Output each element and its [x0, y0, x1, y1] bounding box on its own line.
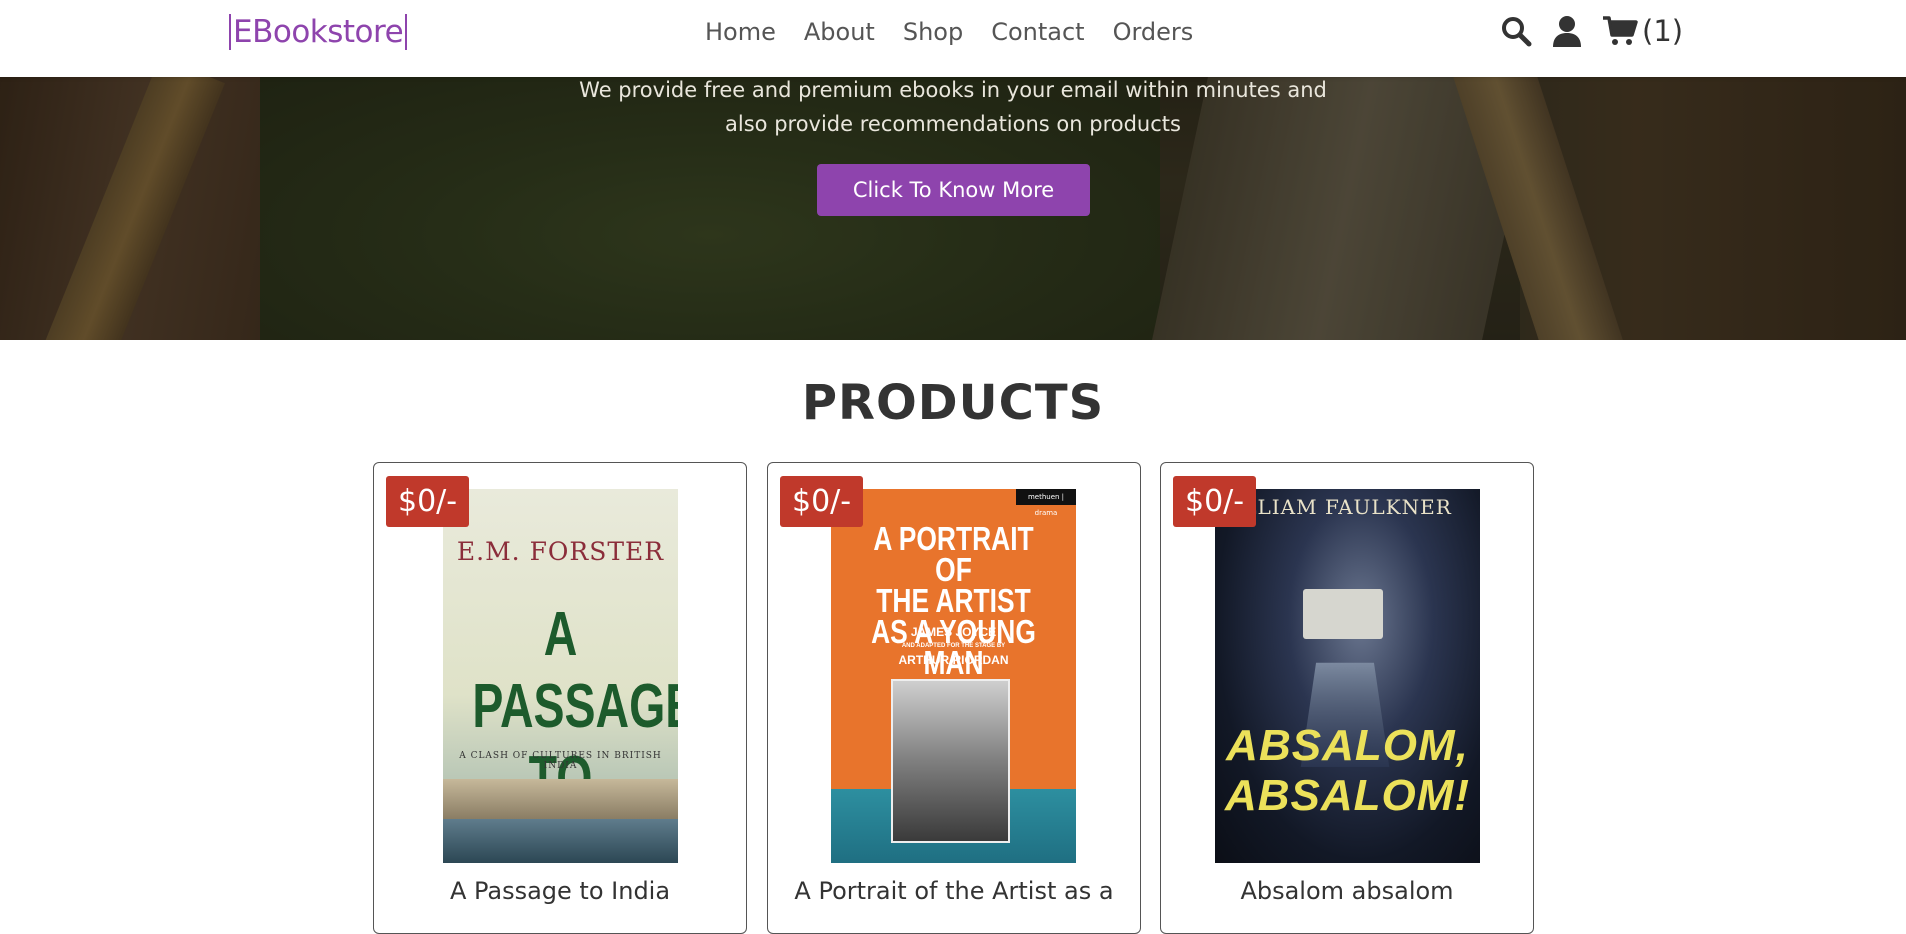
price-badge: $0/- — [1173, 476, 1257, 527]
product-title[interactable]: Absalom absalom — [1161, 877, 1533, 905]
search-icon[interactable] — [1500, 15, 1532, 47]
product-card[interactable]: $0/- E.M. FORSTER A PASSAGETO INDIA A CL… — [373, 462, 747, 934]
book-cover[interactable]: E.M. FORSTER A PASSAGETO INDIA A CLASH O… — [443, 489, 678, 863]
cart-icon — [1602, 15, 1638, 47]
price-badge: $0/- — [386, 476, 470, 527]
main-nav: Home About Shop Contact Orders — [705, 18, 1193, 46]
nav-about[interactable]: About — [804, 18, 875, 46]
cart-count: (1) — [1642, 14, 1684, 48]
nav-orders[interactable]: Orders — [1113, 18, 1194, 46]
product-card[interactable]: $0/- methuen | drama A PORTRAIT OF THE AR… — [767, 462, 1141, 934]
nav-contact[interactable]: Contact — [991, 18, 1084, 46]
book-cover[interactable]: LLIAM FAULKNER ABSALOM, ABSALOM! — [1215, 489, 1480, 863]
cart-button[interactable]: (1) — [1602, 14, 1683, 48]
product-card[interactable]: $0/- LLIAM FAULKNER ABSALOM, ABSALOM! Abs… — [1160, 462, 1534, 934]
user-icon[interactable] — [1552, 15, 1582, 47]
nav-shop[interactable]: Shop — [903, 18, 963, 46]
book-cover[interactable]: methuen | drama A PORTRAIT OF THE ARTIST A… — [831, 489, 1076, 863]
know-more-button[interactable]: Click To Know More — [817, 164, 1090, 216]
product-title[interactable]: A Portrait of the Artist as a — [768, 877, 1140, 905]
products-heading: PRODUCTS — [801, 375, 1105, 431]
product-title[interactable]: A Passage to India — [374, 877, 746, 905]
site-header: EBookstore Home About Shop Contact Order… — [0, 0, 1906, 77]
site-logo[interactable]: EBookstore — [229, 14, 408, 50]
hero-description: We provide free and premium ebooks in yo… — [579, 78, 1327, 136]
price-badge: $0/- — [780, 476, 864, 527]
header-icons: (1) — [1500, 14, 1683, 48]
nav-home[interactable]: Home — [705, 18, 776, 46]
